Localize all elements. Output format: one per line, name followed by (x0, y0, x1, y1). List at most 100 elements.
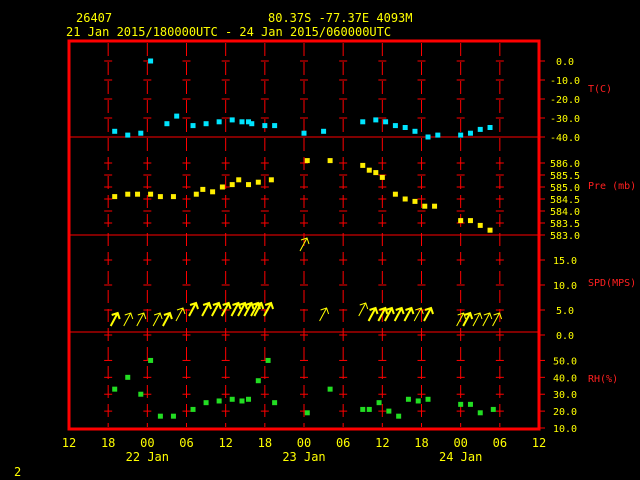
time-period: 21 Jan 2015/180000UTC - 24 Jan 2015/0600… (66, 25, 391, 39)
station-location: 80.37S -77.37E 4093M (268, 11, 413, 25)
humidity-point (376, 400, 382, 406)
humidity-point (112, 386, 118, 392)
humidity-point (138, 391, 144, 397)
temperature-point (190, 123, 196, 129)
y-tick-label: -20.0 (550, 95, 580, 106)
x-tick-label: 18 (258, 436, 272, 450)
temperature-point (412, 128, 418, 134)
temperature-point (174, 113, 180, 119)
y-tick-label: 585.0 (550, 183, 580, 194)
x-tick-label: 12 (218, 436, 232, 450)
pressure-point (125, 191, 131, 197)
temperature-point (216, 119, 222, 125)
day-label: 24 Jan (439, 450, 482, 464)
humidity-point (148, 357, 154, 363)
y-tick-label: 15.0 (553, 256, 577, 267)
day-label: 22 Jan (126, 450, 169, 464)
y-tick-label: 0.0 (556, 57, 574, 68)
pressure-point (477, 222, 483, 228)
temperature-point (321, 128, 327, 134)
humidity-point (125, 374, 131, 380)
humidity-point (415, 398, 421, 404)
day-label: 23 Jan (282, 450, 325, 464)
pressure-point (360, 162, 366, 168)
pressure-point (412, 198, 418, 204)
pressure-point (219, 184, 225, 190)
pressure-point (304, 158, 310, 164)
humidity-point (203, 400, 209, 406)
humidity-point (467, 401, 473, 407)
x-tick-label: 18 (414, 436, 428, 450)
pressure-point (157, 194, 163, 200)
humidity-point (360, 406, 366, 412)
temperature-point (272, 123, 278, 129)
pressure-point (432, 203, 438, 209)
x-tick-label: 00 (140, 436, 154, 450)
humidity-point (265, 357, 271, 363)
pressure-point (200, 186, 206, 192)
humidity-point (246, 396, 252, 402)
x-tick-label: 00 (297, 436, 311, 450)
humidity-point (386, 408, 392, 414)
y-tick-label: 30.0 (553, 390, 577, 401)
temperature-point (301, 130, 307, 136)
y-tick-label: 583.0 (550, 231, 580, 242)
pressure-point (246, 182, 252, 188)
x-tick-label: 12 (532, 436, 546, 450)
y-tick-label: 584.0 (550, 207, 580, 218)
temperature-point (249, 121, 255, 127)
temperature-point (487, 125, 493, 130)
pressure-point (366, 167, 372, 173)
humidity-point (304, 410, 310, 416)
temperature-point (458, 132, 464, 138)
y-axis-label: RH(%) (588, 374, 618, 385)
humidity-point (239, 398, 245, 404)
y-axis-label: SPD(MPS) (588, 278, 636, 289)
pressure-point (112, 194, 118, 200)
station-id: 26407 (76, 11, 112, 25)
humidity-point (425, 396, 431, 402)
temperature-point (435, 132, 441, 138)
y-tick-label: 584.5 (550, 195, 580, 206)
humidity-point (216, 398, 222, 404)
temperature-point (373, 117, 379, 123)
temperature-point (138, 130, 144, 136)
pressure-point (458, 218, 464, 224)
humidity-point (396, 413, 402, 419)
x-tick-label: 12 (62, 436, 76, 450)
pressure-point (373, 170, 379, 176)
humidity-point (490, 406, 496, 412)
pressure-point (193, 191, 199, 197)
humidity-point (405, 396, 411, 402)
humidity-point (366, 406, 372, 412)
humidity-point (229, 396, 235, 402)
x-tick-label: 06 (493, 436, 507, 450)
pressure-point (402, 196, 408, 202)
page-number: 2 (14, 465, 21, 479)
temperature-point (477, 126, 483, 132)
y-tick-label: -40.0 (550, 133, 580, 144)
pressure-point (422, 203, 428, 209)
pressure-point (148, 191, 154, 197)
temperature-point (467, 130, 473, 136)
temperature-point (148, 58, 154, 64)
y-tick-label: 10.0 (553, 424, 577, 435)
y-tick-label: 40.0 (553, 373, 577, 384)
x-tick-label: 06 (179, 436, 193, 450)
background (0, 0, 640, 480)
temperature-point (402, 125, 408, 130)
pressure-point (170, 194, 176, 200)
humidity-point (272, 400, 278, 406)
humidity-point (255, 378, 261, 384)
pressure-point (255, 179, 261, 185)
y-tick-label: 0.0 (556, 331, 574, 342)
temperature-point (164, 121, 170, 127)
pressure-point (392, 191, 398, 197)
temperature-point (262, 123, 268, 129)
y-tick-label: 5.0 (556, 306, 574, 317)
y-axis-label: Pre (mb) (588, 181, 636, 192)
humidity-point (327, 386, 333, 392)
x-tick-label: 18 (101, 436, 115, 450)
pressure-point (236, 177, 242, 183)
pressure-point (210, 189, 216, 195)
